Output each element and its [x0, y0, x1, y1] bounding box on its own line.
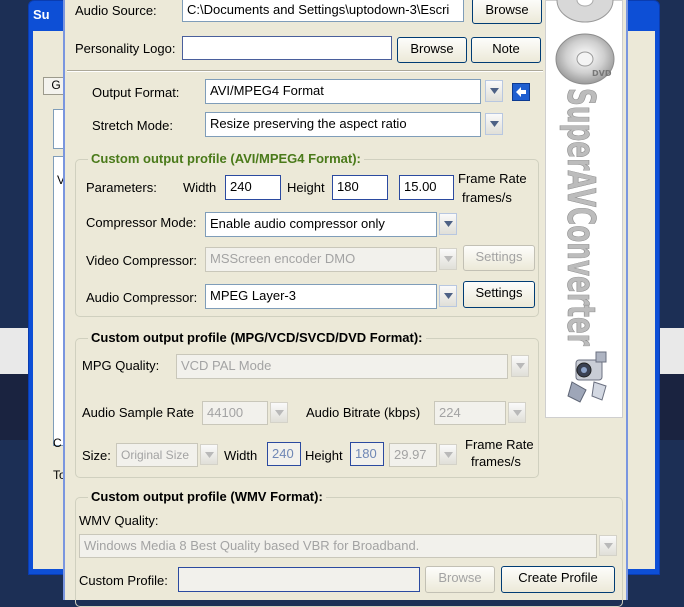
avi-width-label: Width [183, 180, 217, 195]
dropdown-arrow-icon[interactable] [599, 535, 617, 556]
output-format-label: Output Format: [92, 85, 180, 100]
avi-profile-title: Custom output profile (AVI/MPEG4 Format)… [88, 151, 364, 166]
mpg-frame-rate-label: Frame Rate [465, 437, 534, 452]
bitrate-select[interactable]: 224 [434, 401, 506, 425]
avi-frame-rate-unit: frames/s [462, 190, 512, 205]
mpg-profile-title: Custom output profile (MPG/VCD/SVCD/DVD … [88, 330, 426, 345]
wmv-quality-select[interactable]: Windows Media 8 Best Quality based VBR f… [79, 534, 597, 558]
note-button[interactable]: Note [471, 37, 541, 63]
mpg-height-label: Height [305, 448, 343, 463]
mpg-quality-label: MPG Quality: [82, 358, 160, 373]
audio-settings-button[interactable]: Settings [463, 281, 535, 308]
avi-height-label: Height [287, 180, 325, 195]
camcorder-icon [566, 346, 612, 404]
audio-source-browse-button[interactable]: Browse [472, 0, 542, 24]
audio-source-input[interactable]: C:\Documents and Settings\uptodown-3\Esc… [182, 0, 464, 22]
dropdown-arrow-icon[interactable] [439, 285, 457, 307]
wmv-quality-label: WMV Quality: [79, 513, 159, 528]
custom-profile-label: Custom Profile: [79, 573, 168, 588]
size-select[interactable]: Original Size [116, 443, 198, 467]
settings-dialog: Audio Source: C:\Documents and Settings\… [63, 0, 628, 607]
dropdown-arrow-icon[interactable] [270, 402, 288, 423]
audio-compressor-select[interactable]: MPEG Layer-3 [205, 284, 437, 309]
mpg-quality-select[interactable]: VCD PAL Mode [176, 354, 508, 379]
parameters-label: Parameters: [86, 180, 157, 195]
separator [67, 70, 543, 72]
create-profile-button[interactable]: Create Profile [501, 566, 615, 593]
compressor-mode-label: Compressor Mode: [86, 215, 197, 230]
video-compressor-select[interactable]: MSScreen encoder DMO [205, 247, 437, 272]
avi-frame-rate-label: Frame Rate [458, 171, 527, 186]
dropdown-arrow-icon[interactable] [200, 444, 218, 465]
audio-source-label: Audio Source: [75, 3, 157, 18]
mpg-frame-rate-unit: frames/s [471, 454, 521, 469]
sample-rate-select[interactable]: 44100 [202, 401, 268, 425]
mpg-height-input[interactable]: 180 [350, 442, 384, 466]
dvd-disc-icon: DVD [554, 32, 616, 86]
video-compressor-label: Video Compressor: [86, 253, 198, 268]
sample-rate-label: Audio Sample Rate [82, 405, 195, 420]
dropdown-arrow-icon[interactable] [485, 80, 503, 102]
stretch-mode-label: Stretch Mode: [92, 118, 173, 133]
video-settings-button[interactable]: Settings [463, 245, 535, 271]
mpg-width-input[interactable]: 240 [267, 442, 301, 466]
wmv-browse-button[interactable]: Browse [425, 566, 495, 593]
wmv-profile-title: Custom output profile (WMV Format): [88, 489, 326, 504]
personality-logo-label: Personality Logo: [75, 41, 176, 56]
personality-logo-input[interactable] [182, 36, 392, 60]
avi-width-input[interactable]: 240 [225, 175, 281, 200]
audio-compressor-label: Audio Compressor: [86, 290, 198, 305]
dropdown-arrow-icon[interactable] [439, 444, 457, 465]
arrow-left-icon[interactable] [512, 83, 530, 101]
personality-logo-browse-button[interactable]: Browse [397, 37, 467, 63]
back-window-label-c: C [53, 436, 62, 450]
compressor-mode-select[interactable]: Enable audio compressor only [205, 212, 437, 237]
dropdown-arrow-icon[interactable] [439, 248, 457, 270]
avi-height-input[interactable]: 180 [332, 175, 388, 200]
brand-logo: SuperAVConverter [556, 88, 616, 348]
mpg-frame-rate-select[interactable]: 29.97 [389, 443, 437, 467]
size-label: Size: [82, 448, 111, 463]
dropdown-arrow-icon[interactable] [508, 402, 526, 423]
dvd-disc-icon [556, 0, 614, 26]
disc-label: DVD [592, 69, 612, 78]
mpg-width-label: Width [224, 448, 258, 463]
dropdown-arrow-icon[interactable] [439, 213, 457, 235]
custom-profile-input[interactable] [178, 567, 420, 592]
back-window-title: Su [33, 7, 50, 22]
brand-name: SuperAVConverter [559, 88, 603, 346]
output-format-select[interactable]: AVI/MPEG4 Format [205, 79, 481, 104]
bitrate-label: Audio Bitrate (kbps) [306, 405, 421, 420]
dropdown-arrow-icon[interactable] [485, 113, 503, 135]
dropdown-arrow-icon[interactable] [511, 355, 529, 377]
stretch-mode-select[interactable]: Resize preserving the aspect ratio [205, 112, 481, 137]
avi-frame-rate-input[interactable]: 15.00 [399, 175, 454, 200]
